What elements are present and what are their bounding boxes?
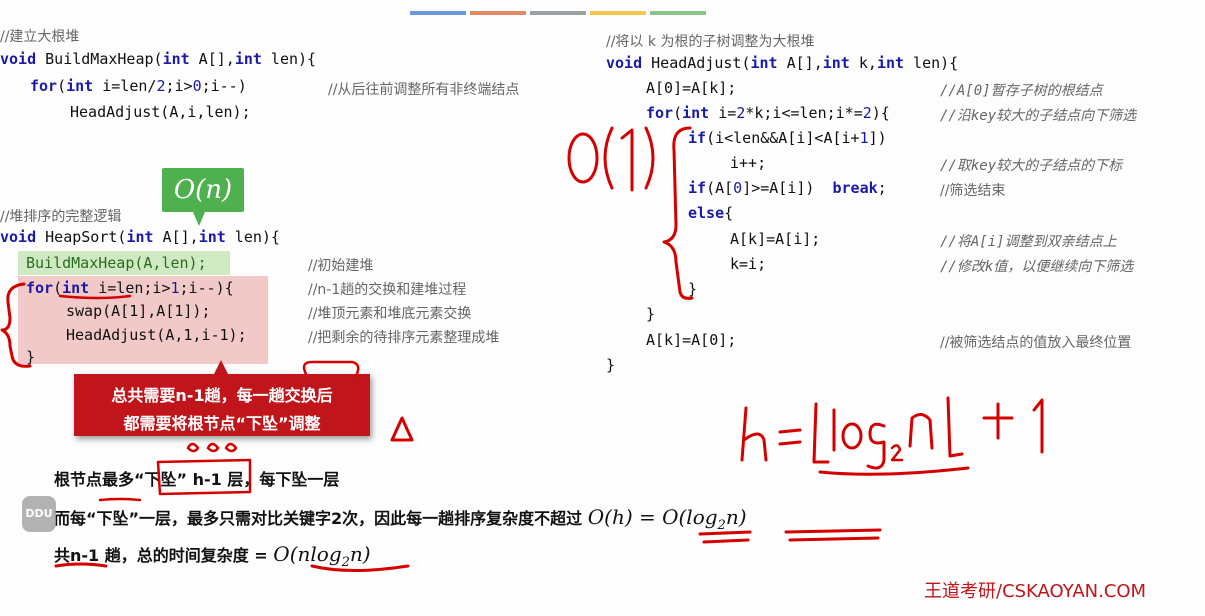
handwriting-layer [0, 126, 1044, 572]
handwritten-brace-right [662, 126, 694, 300]
handwritten-h-formula [740, 396, 1044, 476]
handwritten-o1 [567, 126, 655, 192]
handwritten-brace-left [0, 282, 32, 368]
